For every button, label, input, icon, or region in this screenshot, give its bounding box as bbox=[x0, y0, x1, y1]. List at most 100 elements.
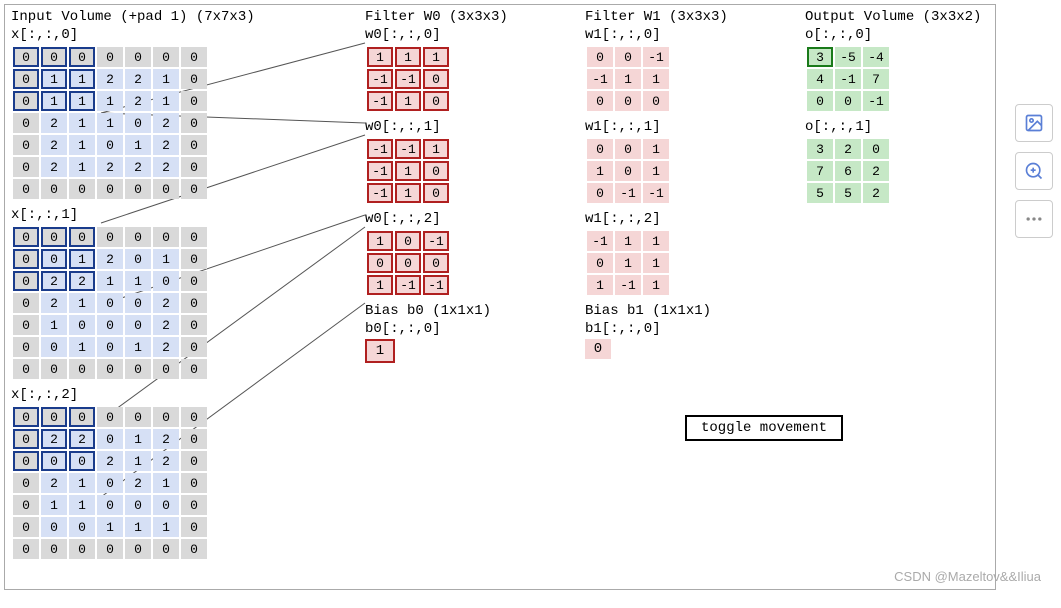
bias-b1-cell: 0 bbox=[585, 339, 611, 359]
input-cell: 0 bbox=[13, 69, 39, 89]
input-cell: 2 bbox=[41, 473, 67, 493]
input-cell: 0 bbox=[13, 157, 39, 177]
output-cell: 0 bbox=[835, 91, 861, 111]
input-cell: 2 bbox=[97, 451, 123, 471]
input-cell: 2 bbox=[41, 271, 67, 291]
label-b0: b0[:,:,0] bbox=[365, 321, 565, 337]
input-cell: 0 bbox=[13, 539, 39, 559]
side-toolbar bbox=[1015, 104, 1053, 238]
input-cell: 2 bbox=[41, 113, 67, 133]
input-cell: 2 bbox=[153, 337, 179, 357]
input-cell: 0 bbox=[13, 113, 39, 133]
input-cell: 1 bbox=[41, 91, 67, 111]
input-cell: 1 bbox=[41, 315, 67, 335]
input-cell: 0 bbox=[153, 271, 179, 291]
output-header: Output Volume (3x3x2) bbox=[805, 9, 1005, 25]
input-cell: 0 bbox=[153, 359, 179, 379]
input-cell: 0 bbox=[13, 249, 39, 269]
input-cell: 0 bbox=[13, 227, 39, 247]
filter-cell: -1 bbox=[367, 183, 393, 203]
input-cell: 0 bbox=[181, 495, 207, 515]
filter-cell: 1 bbox=[395, 161, 421, 181]
input-cell: 0 bbox=[13, 135, 39, 155]
input-cell: 1 bbox=[69, 293, 95, 313]
input-cell: 0 bbox=[181, 249, 207, 269]
input-cell: 0 bbox=[41, 407, 67, 427]
filter-cell: 1 bbox=[615, 231, 641, 251]
filter-cell: -1 bbox=[395, 275, 421, 295]
image-tool-icon[interactable] bbox=[1015, 104, 1053, 142]
input-cell: 0 bbox=[181, 315, 207, 335]
output-cell: 6 bbox=[835, 161, 861, 181]
input-cell: 2 bbox=[153, 315, 179, 335]
input-cell: 1 bbox=[125, 429, 151, 449]
filter-cell: 1 bbox=[615, 69, 641, 89]
input-cell: 2 bbox=[153, 113, 179, 133]
input-cell: 2 bbox=[69, 271, 95, 291]
input-cell: 0 bbox=[97, 495, 123, 515]
filter-cell: -1 bbox=[615, 183, 641, 203]
input-cell: 0 bbox=[13, 179, 39, 199]
input-cell: 1 bbox=[125, 451, 151, 471]
filter-cell: -1 bbox=[367, 161, 393, 181]
input-cell: 0 bbox=[125, 179, 151, 199]
input-cell: 1 bbox=[125, 135, 151, 155]
input-cell: 0 bbox=[181, 517, 207, 537]
zoom-in-icon[interactable] bbox=[1015, 152, 1053, 190]
input-cell: 0 bbox=[69, 451, 95, 471]
filter-cell: 1 bbox=[395, 47, 421, 67]
input-cell: 1 bbox=[97, 517, 123, 537]
input-cell: 0 bbox=[13, 293, 39, 313]
filter-cell: -1 bbox=[367, 139, 393, 159]
input-cell: 1 bbox=[97, 271, 123, 291]
w0-grid-2: 10-10001-1-1 bbox=[365, 229, 451, 297]
filter-cell: 0 bbox=[615, 47, 641, 67]
label-w10: w1[:,:,0] bbox=[585, 27, 785, 43]
input-cell: 1 bbox=[41, 495, 67, 515]
input-cell: 0 bbox=[41, 359, 67, 379]
filter-cell: 0 bbox=[587, 253, 613, 273]
filter-cell: -1 bbox=[367, 91, 393, 111]
input-cell: 1 bbox=[125, 337, 151, 357]
output-cell: 0 bbox=[807, 91, 833, 111]
toggle-movement-button[interactable]: toggle movement bbox=[685, 415, 843, 441]
filter-cell: 0 bbox=[395, 253, 421, 273]
input-cell: 2 bbox=[41, 135, 67, 155]
input-cell: 0 bbox=[181, 407, 207, 427]
output-cell: 3 bbox=[807, 47, 833, 67]
input-cell: 0 bbox=[13, 517, 39, 537]
input-cell: 2 bbox=[69, 429, 95, 449]
w0-grid-0: 111-1-10-110 bbox=[365, 45, 451, 113]
input-cell: 0 bbox=[181, 227, 207, 247]
output-cell: 2 bbox=[835, 139, 861, 159]
w0-header: Filter W0 (3x3x3) bbox=[365, 9, 565, 25]
filter-cell: 1 bbox=[643, 231, 669, 251]
input-header: Input Volume (+pad 1) (7x7x3) bbox=[11, 9, 351, 25]
input-cell: 0 bbox=[125, 293, 151, 313]
input-cell: 1 bbox=[69, 249, 95, 269]
input-cell: 0 bbox=[69, 227, 95, 247]
input-cell: 1 bbox=[153, 473, 179, 493]
input-cell: 0 bbox=[125, 359, 151, 379]
input-cell: 2 bbox=[153, 157, 179, 177]
input-cell: 0 bbox=[41, 227, 67, 247]
input-cell: 0 bbox=[181, 359, 207, 379]
filter-cell: 0 bbox=[423, 91, 449, 111]
input-cell: 2 bbox=[97, 249, 123, 269]
input-cell: 1 bbox=[41, 69, 67, 89]
input-cell: 0 bbox=[97, 359, 123, 379]
input-cell: 1 bbox=[69, 495, 95, 515]
output-cell: 4 bbox=[807, 69, 833, 89]
input-cell: 0 bbox=[181, 293, 207, 313]
input-cell: 0 bbox=[181, 157, 207, 177]
input-cell: 1 bbox=[153, 69, 179, 89]
filter-cell: -1 bbox=[643, 183, 669, 203]
input-cell: 0 bbox=[125, 249, 151, 269]
filter-cell: 0 bbox=[423, 161, 449, 181]
input-cell: 1 bbox=[125, 271, 151, 291]
filter-cell: 1 bbox=[423, 47, 449, 67]
more-icon[interactable] bbox=[1015, 200, 1053, 238]
filter-cell: 0 bbox=[423, 69, 449, 89]
input-cell: 0 bbox=[13, 407, 39, 427]
input-cell: 0 bbox=[181, 47, 207, 67]
